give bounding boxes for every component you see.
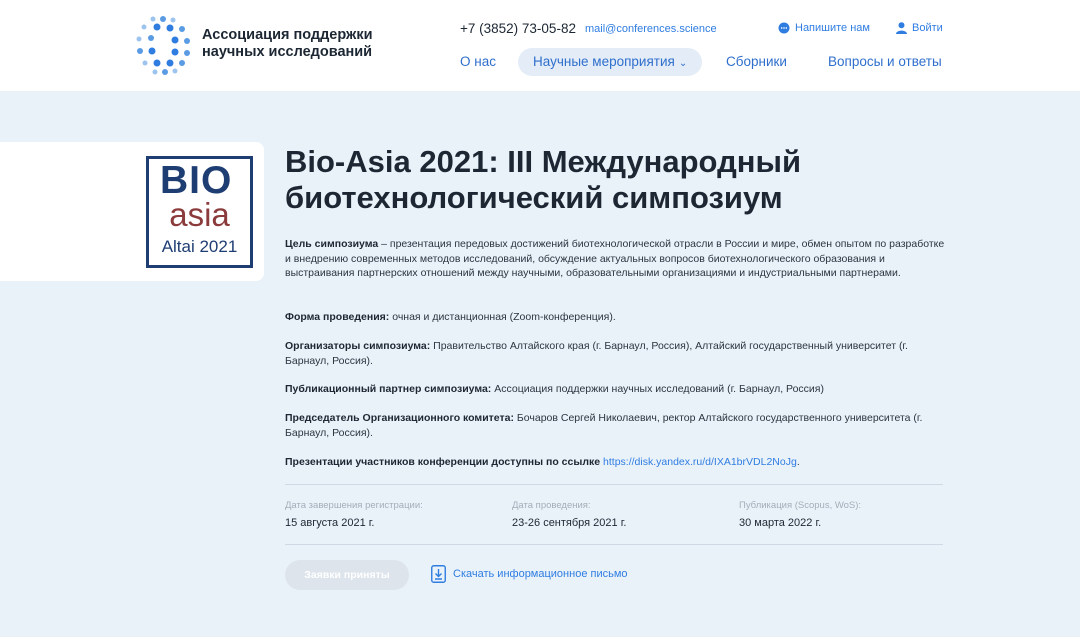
phone-link[interactable]: +7 (3852) 73-05-82 — [460, 21, 576, 36]
date-publication-label: Публикация (Scopus, WoS): — [739, 500, 862, 511]
date-event: Дата проведения: 23-26 сентября 2021 г. — [512, 500, 626, 531]
divider — [285, 544, 943, 545]
event-dates: Дата завершения регистрации: 15 августа … — [285, 500, 943, 534]
date-event-label: Дата проведения: — [512, 500, 591, 511]
goal-label: Цель симпозиума — [285, 238, 379, 250]
organizers-label: Организаторы симпозиума: — [285, 340, 431, 352]
chevron-down-icon: ⌄ — [678, 58, 688, 69]
chair-label: Председатель Организационного комитета: — [285, 412, 514, 424]
event-actions: Заявки приняты Скачать информационное пи… — [285, 560, 943, 590]
event-format: Форма проведения: очная и дистанционная … — [285, 310, 945, 325]
date-event-value: 23-26 сентября 2021 г. — [512, 517, 627, 529]
event-partner: Публикационный партнер симпозиума: Ассоц… — [285, 382, 945, 397]
write-us-link[interactable]: Напишите нам — [778, 22, 870, 34]
goal-text: – презентация передовых достижений биоте… — [285, 238, 945, 279]
event-logo-asia: asia — [169, 196, 230, 233]
event-organizers: Организаторы симпозиума: Правительство А… — [285, 339, 945, 368]
event-chair: Председатель Организационного комитета: … — [285, 411, 945, 440]
nav-item-events-label: Научные мероприятия — [533, 54, 675, 69]
date-publication: Публикация (Scopus, WoS): 30 марта 2022 … — [739, 500, 861, 531]
login-label: Войти — [912, 22, 943, 34]
event-content: Bio-Asia 2021: III Международный биотехн… — [285, 142, 945, 590]
event-presentations: Презентации участников конференции досту… — [285, 456, 800, 468]
event-logo-bio: BIO — [160, 159, 233, 202]
date-registration: Дата завершения регистрации: 15 августа … — [285, 500, 423, 531]
nav-item-events[interactable]: Научные мероприятия ⌄ — [518, 48, 703, 76]
date-publication-value: 30 марта 2022 г. — [739, 517, 822, 529]
apply-button[interactable]: Заявки приняты — [285, 560, 409, 590]
nav-item-faq[interactable]: Вопросы и ответы — [828, 48, 942, 76]
presentations-link[interactable]: https://disk.yandex.ru/d/IXA1brVDL2NoJg — [603, 456, 797, 468]
date-registration-label: Дата завершения регистрации: — [285, 500, 423, 511]
format-text: очная и дистанционная (Zoom-конференция)… — [389, 311, 616, 323]
email-link[interactable]: mail@conferences.science — [585, 23, 717, 35]
divider — [285, 484, 943, 485]
partner-label: Публикационный партнер симпозиума: — [285, 383, 492, 395]
download-label: Скачать информационное письмо — [453, 568, 628, 580]
event-goal: Цель симпозиума – презентация передовых … — [285, 237, 945, 281]
presentations-label: Презентации участников конференции досту… — [285, 456, 601, 468]
site-header: Ассоциация поддержки научных исследовани… — [0, 0, 1080, 91]
date-registration-value: 15 августа 2021 г. — [285, 517, 375, 529]
chat-icon — [778, 22, 790, 34]
nav-item-about[interactable]: О нас — [460, 48, 496, 76]
login-link[interactable]: Войти — [896, 22, 943, 34]
download-document-icon — [431, 565, 446, 583]
event-logo: BIO asia Altai 2021 — [146, 156, 253, 268]
partner-text: Ассоциация поддержки научных исследовани… — [491, 383, 824, 395]
write-us-label: Напишите нам — [795, 22, 870, 34]
event-cover-card: BIO asia Altai 2021 — [0, 142, 264, 281]
event-logo-altai: Altai 2021 — [161, 237, 238, 256]
user-icon — [896, 22, 907, 34]
main-nav: О нас Научные мероприятия ⌄ Сборники Вопр… — [0, 48, 1080, 76]
nav-item-collections[interactable]: Сборники — [726, 48, 787, 76]
format-label: Форма проведения: — [285, 311, 390, 323]
event-title: Bio-Asia 2021: III Международный биотехн… — [285, 144, 801, 215]
download-info-letter-link[interactable]: Скачать информационное письмо — [431, 565, 628, 583]
contacts-bar: +7 (3852) 73-05-82 mail@conferences.scie… — [460, 21, 945, 39]
